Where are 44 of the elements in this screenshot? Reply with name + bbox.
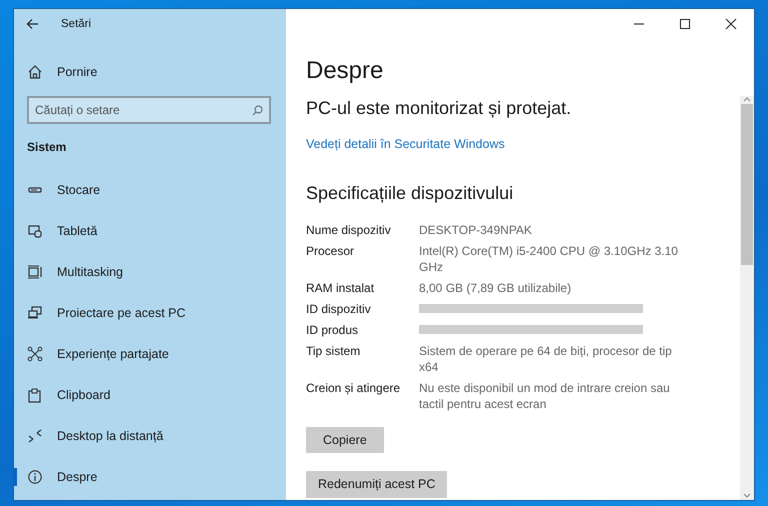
security-link[interactable]: Vedeți detalii în Securitate Windows — [306, 135, 505, 153]
remote-arrows-icon — [27, 428, 43, 444]
back-arrow-icon[interactable] — [26, 18, 39, 30]
spec-value: DESKTOP-349NPAK — [419, 222, 533, 238]
spec-label: ID dispozitiv — [306, 300, 372, 318]
section-heading: Specificațiile dispozitivului — [306, 182, 514, 205]
sidebar-item[interactable]: Despre — [14, 456, 286, 497]
spec-label: RAM instalat — [306, 280, 376, 296]
spec-value: 8,00 GB (7,89 GB utilizabile) — [419, 280, 572, 296]
spec-label: Nume dispozitiv — [306, 222, 392, 238]
multitasking-icon — [27, 264, 43, 280]
home-icon — [27, 64, 43, 80]
clipboard-icon — [27, 386, 43, 402]
scrollbar-thumb[interactable] — [741, 104, 753, 265]
copy-button[interactable]: Copiere — [306, 426, 384, 452]
status-heading: PC-ul este monitorizat și protejat. — [306, 97, 572, 120]
sidebar-item[interactable]: Clipboard — [14, 374, 286, 415]
window-title: Setări — [61, 18, 92, 30]
spec-label: ID produs — [306, 322, 360, 338]
scroll-down-icon[interactable] — [743, 493, 751, 498]
page-title: Despre — [306, 56, 384, 86]
projector-screen-icon — [27, 304, 43, 320]
spec-label: Tip sistem — [306, 342, 362, 360]
sidebar-item[interactable]: Experiențe partajate — [14, 333, 286, 374]
search-icon — [252, 105, 263, 116]
connected-nodes-icon — [27, 346, 43, 362]
search-field[interactable]: Căutați o setare — [27, 96, 271, 124]
spec-value: Sistem de operare pe 64 de biți, procesor de tip x64 — [419, 342, 673, 376]
spec-value: Nu este disponibil un mod de intrare creion sau tactil pentru acest ecran — [419, 380, 671, 412]
scrollbar[interactable] — [740, 96, 754, 500]
section-heading: Sistem — [26, 138, 68, 156]
rename-button[interactable]: Redenumiți acest PC — [306, 470, 448, 498]
sidebar-item[interactable]: Desktop la distanță — [14, 415, 286, 456]
sidebar-item[interactable]: Tabletă — [14, 210, 286, 251]
tablet-icon — [27, 222, 43, 238]
sidebar-item[interactable]: Multitasking — [14, 251, 286, 292]
info-icon — [27, 468, 43, 484]
spec-label: Procesor — [306, 242, 356, 260]
home-nav-item[interactable]: Pornire — [14, 51, 286, 92]
sidebar-item[interactable]: Stocare — [14, 169, 286, 210]
sidebar-item[interactable]: Proiectare pe acest PC — [14, 292, 286, 333]
scroll-up-icon[interactable] — [743, 97, 751, 102]
spec-label: Creion și atingere — [306, 380, 402, 396]
spec-value: Intel(R) Core(TM) i5-2400 CPU @ 3.10GHz 3.10 GHz — [419, 242, 679, 276]
